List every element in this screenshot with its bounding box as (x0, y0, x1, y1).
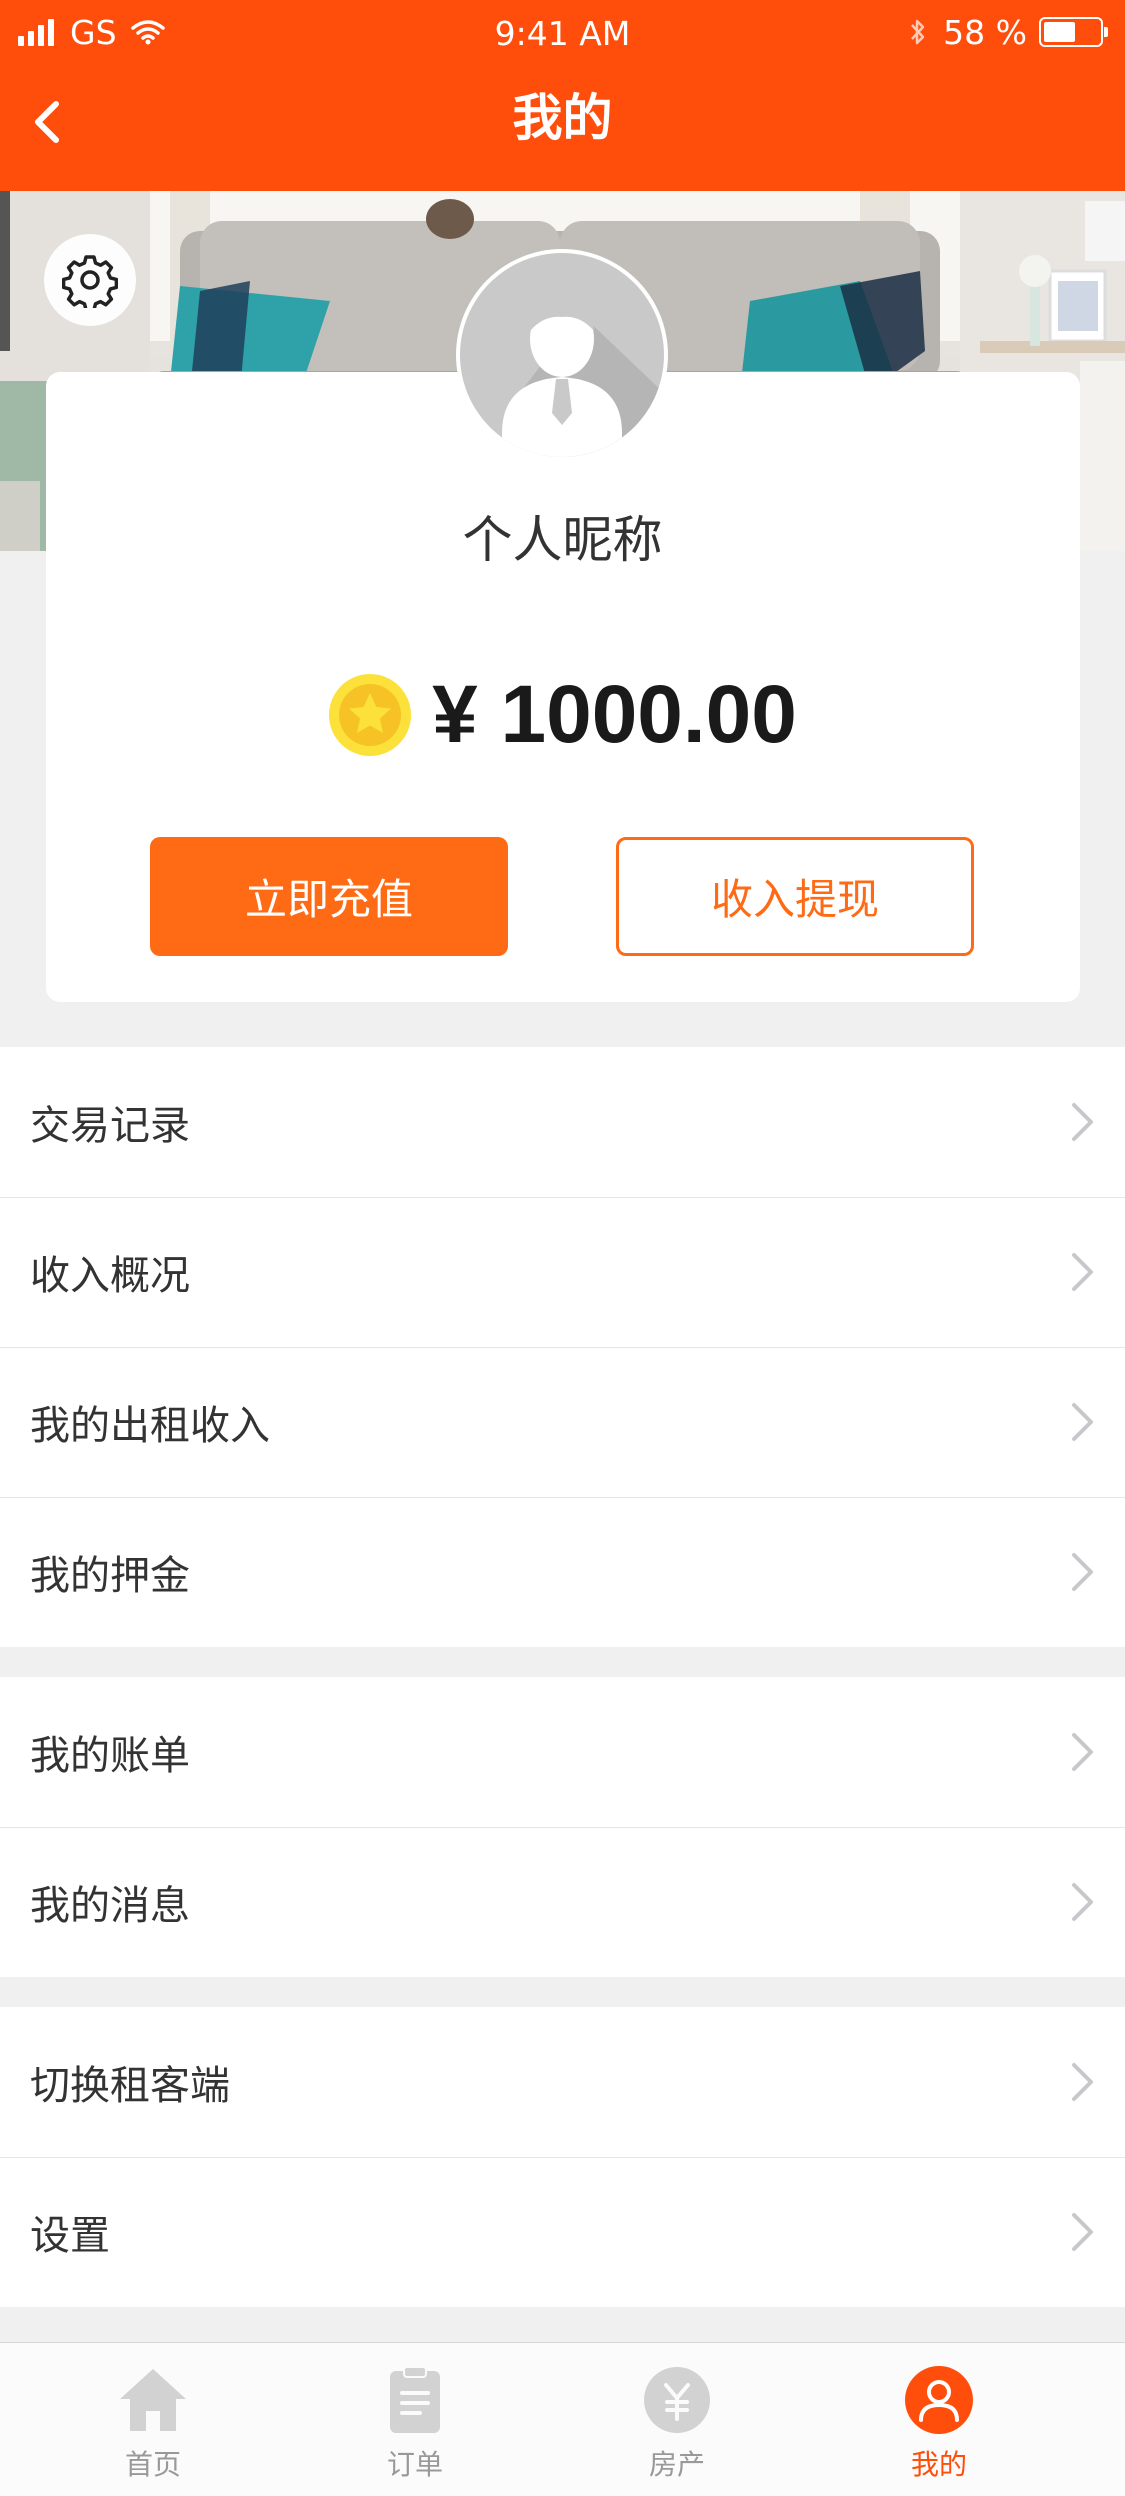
menu-item-label: 切换租客端 (30, 2063, 230, 2109)
tab-property[interactable]: 房产 (546, 2343, 808, 2496)
tab-label: 订单 (386, 2448, 443, 2481)
menu-item-label: 设置 (30, 2213, 110, 2259)
menu-item-transactions[interactable]: 交易记录 (0, 1047, 1125, 1197)
menu-item-income-overview[interactable]: 收入概况 (0, 1197, 1125, 1347)
tab-orders[interactable]: 订单 (284, 2343, 546, 2496)
menu-group-system: 切换租客端 设置 (0, 2007, 1125, 2307)
menu-item-label: 我的出租收入 (30, 1403, 270, 1449)
status-right: 58 % (909, 12, 1108, 52)
menu-group-records: 我的账单 我的消息 (0, 1677, 1125, 1977)
user-avatar-icon (502, 297, 664, 457)
page-title: 我的 (512, 89, 613, 147)
user-icon (905, 2366, 973, 2434)
battery-icon (1039, 17, 1108, 47)
menu-item-label: 我的消息 (30, 1883, 190, 1929)
menu-item-label: 交易记录 (30, 1103, 190, 1149)
battery-percent: 58 % (943, 12, 1027, 52)
bluetooth-icon (911, 19, 925, 45)
chevron-right-icon (1072, 1103, 1093, 1141)
home-icon (120, 2369, 186, 2431)
balance-row: ¥ 1000.00 (0, 668, 1125, 762)
menu-item-label: 收入概况 (30, 1253, 190, 1299)
menu-item-settings[interactable]: 设置 (0, 2157, 1125, 2307)
tab-mine[interactable]: 我的 (808, 2343, 1070, 2496)
chevron-right-icon (1072, 1883, 1093, 1921)
chevron-right-icon (1072, 1553, 1093, 1591)
clipboard-icon (390, 2366, 440, 2433)
menu-item-rental-income[interactable]: 我的出租收入 (0, 1347, 1125, 1497)
currency-icon (644, 2367, 710, 2433)
menu-group-account: 交易记录 收入概况 我的出租收入 我的押金 (0, 1047, 1125, 1647)
tab-label: 首页 (124, 2448, 181, 2481)
top-bar: GS 9:41 AM 58 % 我的 (0, 0, 1125, 191)
coin-star-icon (329, 674, 412, 756)
menu-item-switch-tenant[interactable]: 切换租客端 (0, 2007, 1125, 2157)
menu-item-deposit[interactable]: 我的押金 (0, 1497, 1125, 1647)
recharge-button[interactable]: 立即充值 (150, 837, 508, 956)
menu-item-messages[interactable]: 我的消息 (0, 1827, 1125, 1977)
gear-icon (62, 255, 118, 308)
nickname: 个人昵称 (462, 511, 663, 569)
menu-item-label: 我的押金 (30, 1553, 190, 1599)
chevron-right-icon (1072, 2213, 1093, 2251)
chevron-right-icon (1072, 2063, 1093, 2101)
menu-item-bills[interactable]: 我的账单 (0, 1677, 1125, 1827)
tab-label: 房产 (648, 2448, 705, 2481)
tab-home[interactable]: 首页 (22, 2343, 284, 2496)
withdraw-button[interactable]: 收入提现 (616, 837, 974, 956)
chevron-right-icon (1072, 1733, 1093, 1771)
chevron-right-icon (1072, 1253, 1093, 1291)
tab-bar: 首页 订单 房产 我的 (0, 2342, 1125, 2496)
chevron-right-icon (1072, 1403, 1093, 1441)
avatar[interactable] (456, 249, 668, 461)
tab-label: 我的 (910, 2448, 967, 2481)
status-bar: GS 9:41 AM 58 % (0, 0, 1125, 64)
settings-button[interactable] (44, 234, 136, 326)
menu-item-label: 我的账单 (30, 1733, 190, 1779)
balance-amount: ¥ 1000.00 (432, 669, 797, 760)
